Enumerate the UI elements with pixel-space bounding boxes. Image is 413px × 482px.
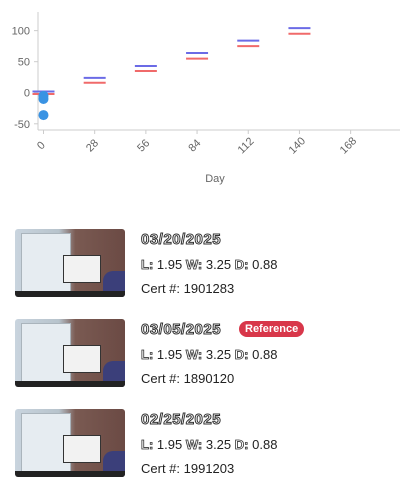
progress-chart: 100 50 0 -50 0 28 56 84 112 140 168 Day bbox=[12, 12, 400, 185]
entry-dimensions: L: 1.95 W: 3.25 D: 0.88 bbox=[141, 347, 278, 363]
x-tick-label: 140 bbox=[287, 135, 308, 156]
reference-badge: Reference bbox=[239, 321, 305, 337]
entry-date: 02/25/2025 bbox=[140, 411, 222, 429]
x-tick-label: 0 bbox=[35, 139, 48, 152]
y-tick-label: 0 bbox=[24, 88, 30, 100]
x-tick-label: 56 bbox=[135, 137, 152, 154]
wound-photo-thumbnail[interactable] bbox=[15, 229, 125, 297]
entry-cert: Cert #: 1991203 bbox=[141, 461, 235, 476]
x-tick-label: 84 bbox=[186, 137, 203, 154]
data-point bbox=[38, 110, 49, 121]
measurement-entry[interactable]: 03/20/2025 L: 1.95 W: 3.25 D: 0.88 Cert … bbox=[15, 229, 405, 301]
wound-photo-thumbnail[interactable] bbox=[15, 319, 125, 387]
entry-date: 03/05/2025 bbox=[140, 321, 222, 339]
data-point bbox=[38, 93, 49, 104]
entry-dimensions: L: 1.95 W: 3.25 D: 0.88 bbox=[141, 437, 278, 453]
entry-cert: Cert #: 1901283 bbox=[141, 281, 235, 296]
x-tick-label: 112 bbox=[236, 135, 257, 156]
entry-cert: Cert #: 1890120 bbox=[141, 371, 235, 386]
measurement-entry[interactable]: 02/25/2025 L: 1.95 W: 3.25 D: 0.88 Cert … bbox=[15, 409, 405, 481]
entry-date: 03/20/2025 bbox=[140, 231, 222, 249]
x-tick-label: 168 bbox=[338, 135, 359, 156]
wound-photo-thumbnail[interactable] bbox=[15, 409, 125, 477]
y-tick-label: 100 bbox=[12, 26, 30, 38]
y-tick-label: -50 bbox=[14, 119, 30, 131]
x-axis-label: Day bbox=[205, 173, 225, 185]
y-tick-label: 50 bbox=[18, 57, 30, 69]
measurement-entry[interactable]: 03/05/2025 Reference L: 1.95 W: 3.25 D: … bbox=[15, 319, 405, 391]
x-tick-label: 28 bbox=[84, 137, 101, 154]
entry-dimensions: L: 1.95 W: 3.25 D: 0.88 bbox=[141, 257, 278, 273]
